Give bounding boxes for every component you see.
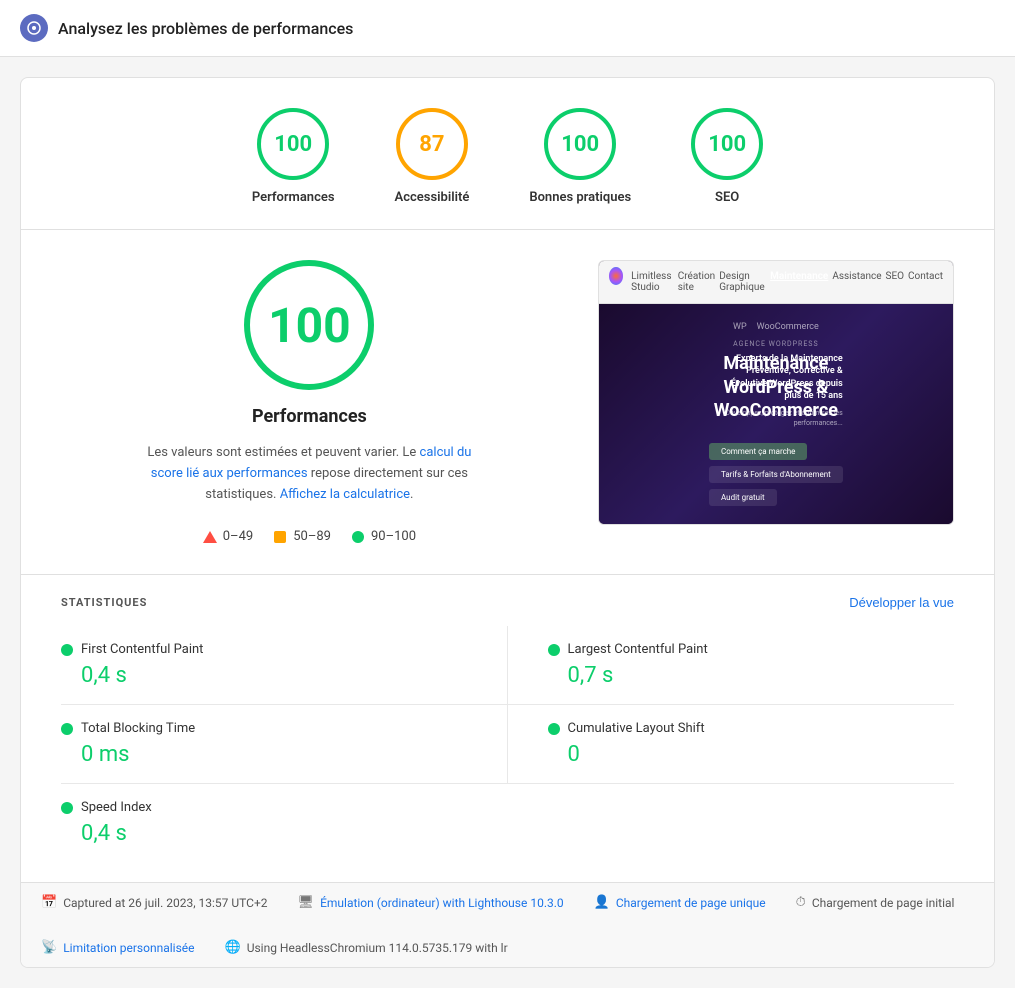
- stat-lcp: Largest Contentful Paint 0,7 s: [508, 626, 955, 705]
- stat-fcp-dot: [61, 644, 73, 656]
- lighthouse-link[interactable]: Émulation (ordinateur) with Lighthouse 1…: [320, 896, 564, 910]
- screenshot-btns: Comment ça marche Tarifs & Forfaits d'Ab…: [709, 433, 843, 506]
- stat-si-name: Speed Index: [81, 800, 152, 815]
- footer-page-load: 👤 Chargement de page unique: [594, 895, 766, 910]
- limitation-link[interactable]: Limitation personnalisée: [63, 941, 194, 955]
- stat-cls-dot: [548, 723, 560, 735]
- best-practices-circle: 100: [544, 108, 616, 180]
- seo-label: SEO: [715, 190, 739, 205]
- stat-cls: Cumulative Layout Shift 0: [508, 705, 955, 784]
- timer-icon: ⏱: [796, 895, 806, 910]
- agency-tag: AGENCE WORDPRESS: [709, 340, 843, 348]
- content-area: 100 Performances Les valeurs sont estimé…: [21, 230, 994, 575]
- score-best-practices: 100 Bonnes pratiques: [529, 108, 631, 205]
- stat-fcp: First Contentful Paint 0,4 s: [61, 626, 508, 705]
- wp-tag: WP: [733, 322, 747, 332]
- stat-empty: [508, 784, 955, 862]
- stat-si-dot: [61, 802, 73, 814]
- footer-chromium: 🌐 Using HeadlessChromium 114.0.5735.179 …: [225, 940, 508, 955]
- page-load-link[interactable]: Chargement de page unique: [616, 896, 766, 910]
- footer-captured: 📅 Captured at 26 juil. 2023, 13:57 UTC+2: [41, 895, 268, 910]
- screenshot-logo: [609, 267, 623, 285]
- best-practices-label: Bonnes pratiques: [529, 190, 631, 205]
- user-icon: 👤: [594, 895, 610, 910]
- screenshot-content: WP WooCommerce AGENCE WORDPRESS Maintena…: [599, 304, 953, 524]
- performances-label: Performances: [252, 190, 335, 205]
- footer-initial-load: ⏱ Chargement de page initial: [796, 895, 955, 910]
- accessibility-label: Accessibilité: [395, 190, 470, 205]
- stats-header: STATISTIQUES Développer la vue: [61, 595, 954, 610]
- left-panel: 100 Performances Les valeurs sont estimé…: [61, 260, 558, 544]
- score-description: Les valeurs sont estimées et peuvent var…: [139, 443, 479, 505]
- btn-comment: Comment ça marche: [709, 443, 807, 460]
- stat-tbt: Total Blocking Time 0 ms: [61, 705, 508, 784]
- score-seo: 100 SEO: [691, 108, 763, 205]
- stat-fcp-value: 0,4 s: [81, 663, 467, 688]
- triangle-icon: [203, 530, 217, 544]
- page-title: Analysez les problèmes de performances: [58, 19, 353, 38]
- screenshot-heading: MaintenanceWordPress &WooCommerce: [709, 352, 843, 422]
- performances-circle: 100: [257, 108, 329, 180]
- header-icon: [20, 14, 48, 42]
- stat-lcp-value: 0,7 s: [568, 663, 955, 688]
- stat-tbt-name: Total Blocking Time: [81, 721, 195, 736]
- nav-assistance: Assistance: [832, 271, 881, 293]
- nav-studio: Limitless Studio: [631, 271, 674, 293]
- stat-si-name-row: Speed Index: [61, 800, 468, 815]
- main-card: 100 Performances 87 Accessibilité 100 Bo…: [20, 77, 995, 968]
- score-row: 100 Performances 87 Accessibilité 100 Bo…: [21, 78, 994, 230]
- footer-limitation: 📡 Limitation personnalisée: [41, 940, 195, 955]
- page-header: Analysez les problèmes de performances: [0, 0, 1015, 57]
- globe-icon: 🌐: [225, 940, 241, 955]
- circle-icon: [351, 530, 365, 544]
- btn-tarifs: Tarifs & Forfaits d'Abonnement: [709, 466, 843, 483]
- score-link-2[interactable]: Affichez la calculatrice: [280, 487, 410, 502]
- right-panel: Limitless Studio Création site Design Gr…: [598, 260, 954, 525]
- calendar-icon: 📅: [41, 895, 57, 910]
- legend-item-orange: 50–89: [273, 529, 331, 544]
- footer-lighthouse: 🖥 Émulation (ordinateur) with Lighthouse…: [298, 895, 564, 910]
- nav-maintenance: Maintenance: [770, 271, 828, 293]
- stats-grid: First Contentful Paint 0,4 s Largest Con…: [61, 626, 954, 862]
- stat-fcp-name: First Contentful Paint: [81, 642, 203, 657]
- legend-row: 0–49 50–89 90–100: [203, 529, 416, 544]
- screenshot-main-text: WP WooCommerce AGENCE WORDPRESS Maintena…: [709, 322, 843, 505]
- wifi-icon: 📡: [41, 940, 57, 955]
- big-score-title: Performances: [252, 406, 367, 427]
- stats-title: STATISTIQUES: [61, 596, 147, 609]
- nav-design: Design Graphique: [719, 271, 766, 293]
- stat-lcp-name: Largest Contentful Paint: [568, 642, 708, 657]
- stat-fcp-name-row: First Contentful Paint: [61, 642, 467, 657]
- stat-si: Speed Index 0,4 s: [61, 784, 508, 862]
- stat-cls-value: 0: [568, 742, 955, 767]
- stat-tbt-name-row: Total Blocking Time: [61, 721, 467, 736]
- big-score-circle: 100: [244, 260, 374, 390]
- accessibility-circle: 87: [396, 108, 468, 180]
- screenshot-nav-bar: Limitless Studio Création site Design Gr…: [631, 271, 943, 293]
- screenshot-box: Limitless Studio Création site Design Gr…: [598, 260, 954, 525]
- stat-tbt-dot: [61, 723, 73, 735]
- seo-circle: 100: [691, 108, 763, 180]
- stat-lcp-name-row: Largest Contentful Paint: [548, 642, 955, 657]
- expand-button[interactable]: Développer la vue: [849, 595, 954, 610]
- stat-cls-name: Cumulative Layout Shift: [568, 721, 705, 736]
- stat-cls-name-row: Cumulative Layout Shift: [548, 721, 955, 736]
- nav-creation: Création site: [678, 271, 715, 293]
- stat-lcp-dot: [548, 644, 560, 656]
- screenshot-top-bar: Limitless Studio Création site Design Gr…: [599, 261, 953, 304]
- stats-section: STATISTIQUES Développer la vue First Con…: [21, 575, 994, 882]
- legend-item-green: 90–100: [351, 529, 416, 544]
- monitor-icon: 🖥: [298, 895, 315, 910]
- footer-bar: 📅 Captured at 26 juil. 2023, 13:57 UTC+2…: [21, 882, 994, 967]
- nav-seo: SEO: [886, 271, 905, 293]
- score-accessibility: 87 Accessibilité: [395, 108, 470, 205]
- nav-contact: Contact: [908, 271, 943, 293]
- score-performances: 100 Performances: [252, 108, 335, 205]
- woo-tag: WooCommerce: [757, 322, 819, 332]
- stat-si-value: 0,4 s: [81, 821, 468, 846]
- legend-item-red: 0–49: [203, 529, 253, 544]
- stat-tbt-value: 0 ms: [81, 742, 467, 767]
- square-icon: [273, 530, 287, 544]
- btn-audit: Audit gratuit: [709, 489, 777, 506]
